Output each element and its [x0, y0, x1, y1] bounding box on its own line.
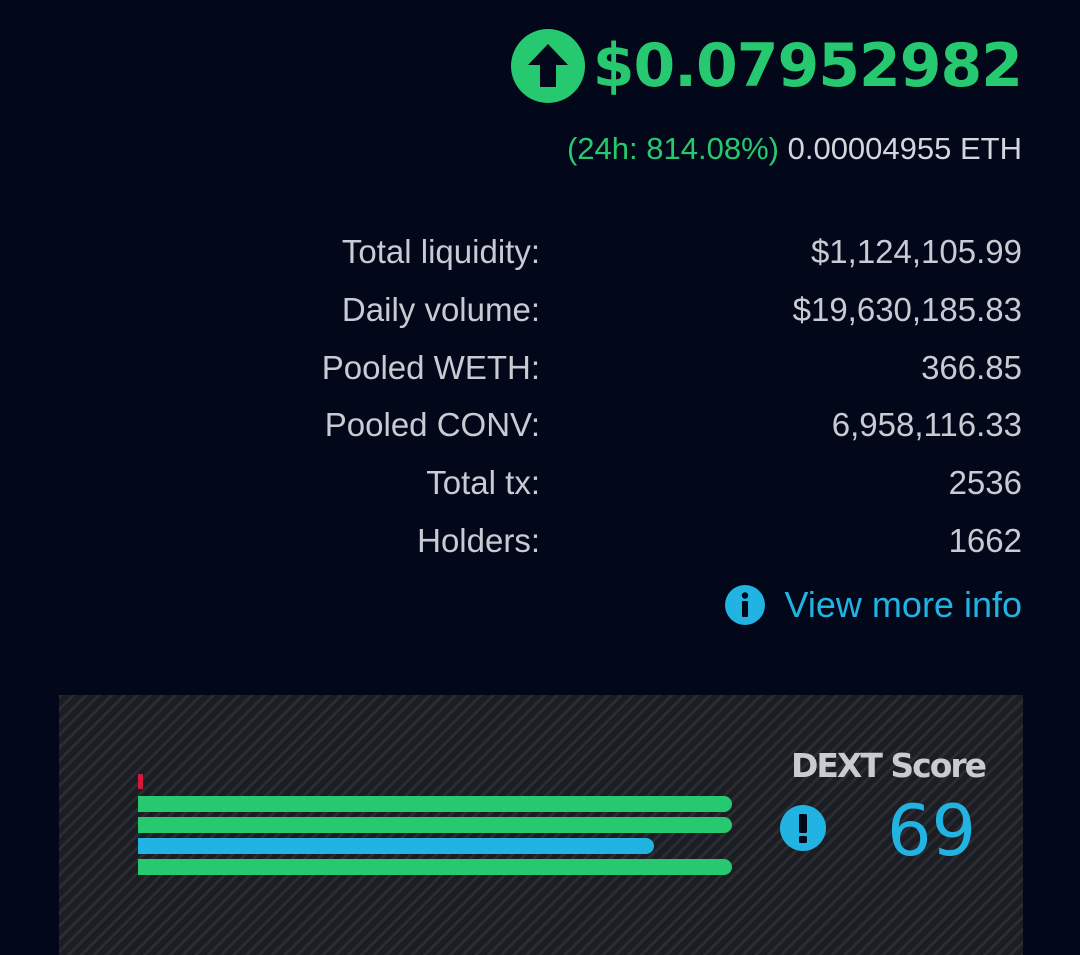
stat-label: Pooled CONV: [324, 406, 540, 444]
stat-label: Total tx: [426, 464, 540, 502]
view-more-info-link[interactable]: View more info [724, 584, 1022, 626]
stat-value: 6,958,116.33 [831, 406, 1022, 444]
stat-label: Holders: [417, 521, 540, 559]
exclamation-circle-icon[interactable] [778, 803, 828, 853]
stat-row-pooled-conv: Pooled CONV: 6,958,116.33 [0, 398, 1080, 456]
stat-value: 366.85 [921, 348, 1022, 386]
price-change-24h: (24h: 814.08%) [566, 131, 779, 166]
price-subline: (24h: 814.08%) 0.00004955 ETH [567, 128, 1022, 170]
token-price: $0.07952982 [592, 31, 1023, 101]
stat-row-total-tx: Total tx: 2536 [0, 456, 1080, 514]
stat-value: 1662 [948, 521, 1022, 559]
score-bar [138, 838, 654, 854]
info-circle-icon [724, 585, 765, 625]
stat-value: $19,630,185.83 [792, 290, 1022, 328]
score-bars [138, 774, 732, 875]
stat-value: $1,124,105.99 [810, 233, 1022, 270]
dext-score-value: 69 [887, 790, 977, 872]
stat-row-holders: Holders: 1662 [0, 514, 1080, 572]
stat-value: 2536 [948, 464, 1022, 502]
stat-label: Total liquidity: [341, 233, 540, 270]
stat-row-daily-volume: Daily volume: $19,630,185.83 [0, 283, 1080, 341]
score-bar [138, 796, 732, 812]
view-more-info-label: View more info [784, 584, 1022, 625]
dext-score-panel: DEXT Score 69 [59, 695, 1023, 955]
price-header: $0.07952982 [510, 26, 1023, 106]
score-marker [138, 774, 143, 789]
score-bar [138, 859, 732, 875]
stat-row-total-liquidity: Total liquidity: $1,124,105.99 [0, 225, 1080, 283]
pair-stats: Total liquidity: $1,124,105.99 Daily vol… [0, 225, 1080, 572]
stat-row-pooled-weth: Pooled WETH: 366.85 [0, 341, 1080, 399]
arrow-up-circle-icon [510, 29, 585, 103]
score-bar [138, 817, 732, 833]
eth-price: 0.00004955 ETH [787, 131, 1022, 166]
stat-label: Pooled WETH: [321, 348, 540, 386]
stat-label: Daily volume: [341, 290, 540, 328]
dext-score-title: DEXT Score [791, 746, 987, 785]
